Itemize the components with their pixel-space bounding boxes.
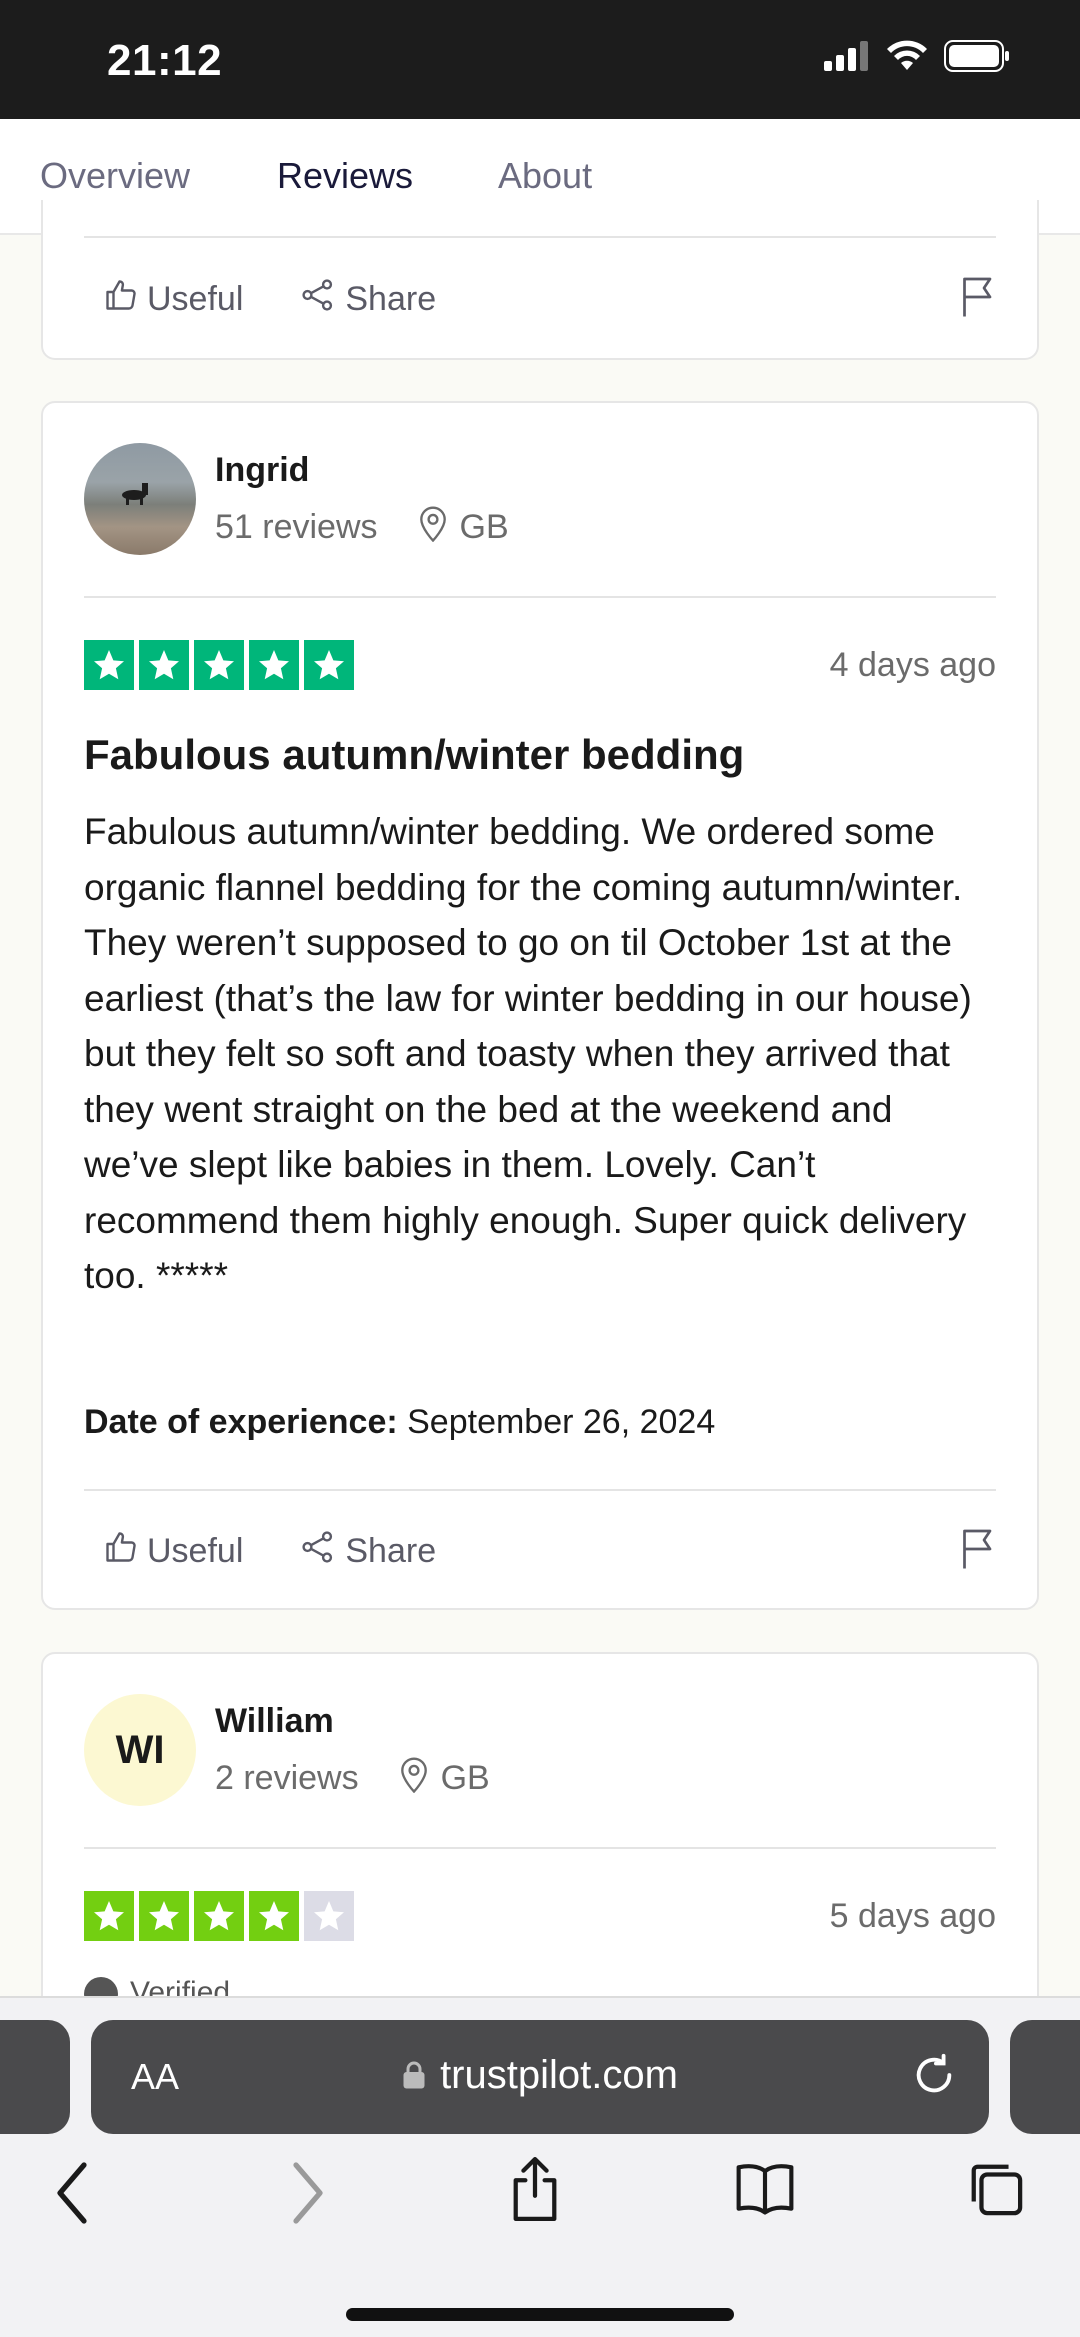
reviewer-meta: 2 reviews GB	[215, 1755, 490, 1802]
wifi-icon	[886, 40, 928, 77]
location: GB	[399, 1755, 490, 1802]
date-of-experience: Date of experience: September 26, 2024	[84, 1403, 715, 1442]
star-rating	[84, 1891, 354, 1941]
url-text: trustpilot.com	[440, 2053, 678, 2097]
tab-about[interactable]: About	[498, 155, 592, 197]
star-empty-icon	[304, 1891, 354, 1941]
tab-overview[interactable]: Overview	[40, 155, 190, 197]
divider	[84, 1847, 996, 1849]
star-filled-icon	[194, 1891, 244, 1941]
browser-toolbar	[0, 2156, 1080, 2248]
review-body: Fabulous autumn/winter bedding. We order…	[84, 811, 972, 1296]
useful-button[interactable]: Useful	[103, 277, 243, 322]
status-time: 21:12	[107, 36, 223, 85]
location: GB	[418, 504, 509, 551]
forward-icon[interactable]	[288, 2158, 328, 2233]
review-card-previous: Useful Share	[41, 200, 1039, 360]
thumbs-up-icon	[103, 1529, 139, 1574]
lock-icon	[402, 2055, 426, 2100]
useful-button[interactable]: Useful	[103, 1529, 243, 1574]
divider	[84, 596, 996, 598]
review-card: WI William 2 reviews GB 5 days ago Verif…	[41, 1652, 1039, 2052]
star-filled-icon	[194, 640, 244, 690]
back-icon[interactable]	[52, 2158, 92, 2233]
star-filled-icon	[249, 640, 299, 690]
share-icon	[299, 277, 337, 322]
star-filled-icon	[304, 640, 354, 690]
signal-icon	[824, 41, 870, 76]
share-label: Share	[345, 279, 437, 318]
share-icon	[299, 1529, 337, 1574]
review-count: 2 reviews	[215, 1759, 359, 1797]
previous-tab-preview[interactable]	[0, 2020, 70, 2134]
location-pin-icon	[418, 504, 448, 551]
experience-label: Date of experience:	[84, 1403, 398, 1441]
thumbs-up-icon	[103, 277, 139, 322]
share-button[interactable]: Share	[299, 1529, 436, 1574]
location-pin-icon	[399, 1755, 429, 1802]
review-title[interactable]: Fabulous autumn/winter bedding	[84, 731, 996, 779]
home-indicator	[346, 2308, 734, 2321]
review-actions: Useful Share	[103, 269, 996, 329]
avatar[interactable]: WI	[84, 1694, 196, 1806]
reviewer-name[interactable]: William	[215, 1702, 334, 1741]
star-filled-icon	[139, 1891, 189, 1941]
review-card: Ingrid 51 reviews GB 4 days ago Fabulous…	[41, 401, 1039, 1610]
star-filled-icon	[84, 1891, 134, 1941]
reload-icon[interactable]	[911, 2052, 957, 2103]
status-icons	[824, 40, 1010, 77]
battery-icon	[944, 40, 1010, 77]
address-bar[interactable]: AA trustpilot.com	[91, 2020, 989, 2134]
reviewer-country: GB	[459, 508, 509, 546]
share-button[interactable]: Share	[299, 277, 436, 322]
flag-icon[interactable]	[960, 1527, 996, 1576]
flag-icon[interactable]	[960, 275, 996, 324]
url-display[interactable]: trustpilot.com	[91, 2053, 989, 2100]
status-bar: 21:12	[0, 0, 1080, 119]
reviewer-name[interactable]: Ingrid	[215, 451, 309, 490]
review-date: 4 days ago	[829, 646, 996, 684]
tabs-overview-icon[interactable]	[966, 2158, 1024, 2223]
divider	[84, 236, 996, 238]
review-date: 5 days ago	[829, 1897, 996, 1935]
star-filled-icon	[139, 640, 189, 690]
next-tab-preview[interactable]	[1010, 2020, 1080, 2134]
share-label: Share	[345, 1531, 437, 1570]
useful-label: Useful	[147, 1531, 244, 1570]
useful-label: Useful	[147, 279, 244, 318]
browser-bottom-bar: AA trustpilot.com	[0, 1996, 1080, 2337]
bookmarks-icon[interactable]	[733, 2158, 797, 2223]
review-count: 51 reviews	[215, 508, 378, 546]
share-sheet-icon[interactable]	[508, 2152, 562, 2229]
experience-date: September 26, 2024	[407, 1403, 716, 1441]
avatar[interactable]	[84, 443, 196, 555]
review-actions: Useful Share	[103, 1521, 996, 1581]
divider	[84, 1489, 996, 1491]
star-rating	[84, 640, 354, 690]
tab-reviews[interactable]: Reviews	[277, 155, 413, 197]
star-filled-icon	[84, 640, 134, 690]
reviewer-country: GB	[440, 1759, 490, 1797]
reviewer-meta: 51 reviews GB	[215, 504, 509, 551]
star-filled-icon	[249, 1891, 299, 1941]
